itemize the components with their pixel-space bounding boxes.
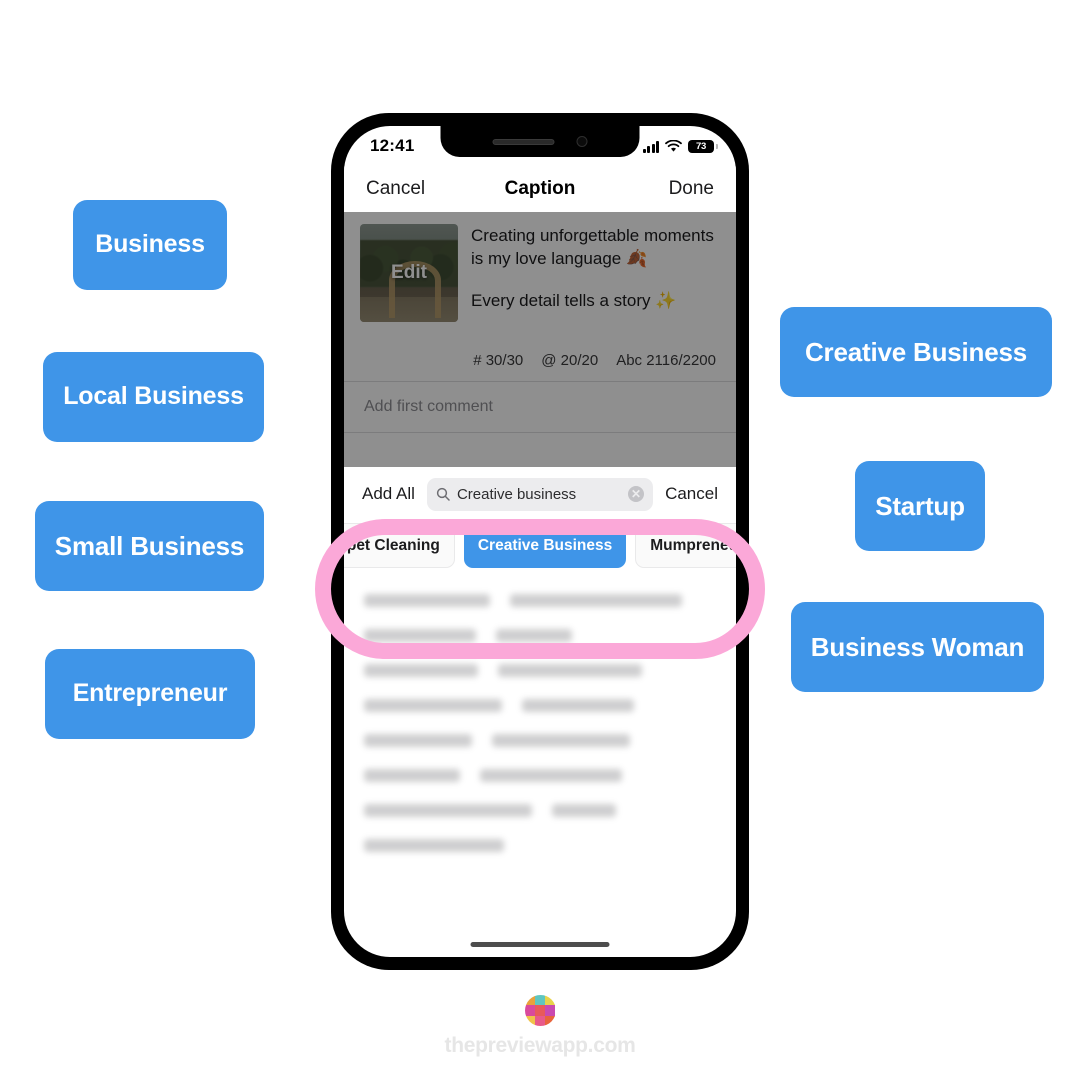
list-item <box>364 769 716 782</box>
side-label-text: Business <box>95 230 205 259</box>
blurred-text <box>364 769 460 782</box>
photo-thumbnail[interactable]: Edit <box>360 224 458 322</box>
blurred-text <box>498 664 642 677</box>
side-label-text: Creative Business <box>804 336 1028 367</box>
add-all-button[interactable]: Add All <box>362 484 415 504</box>
blurred-text <box>480 769 622 782</box>
character-counter: Abc 2116/2200 <box>616 352 716 369</box>
front-camera-icon <box>576 136 588 147</box>
side-label-creative-business: Creative Business <box>780 307 1052 397</box>
blurred-text <box>364 699 502 712</box>
list-item <box>364 804 716 817</box>
blurred-text <box>364 664 478 677</box>
blurred-text <box>364 804 532 817</box>
blurred-text <box>522 699 634 712</box>
wifi-icon <box>665 139 682 152</box>
search-row: Add All Creative business ✕ Cancel <box>344 476 736 512</box>
search-cancel-button[interactable]: Cancel <box>665 484 718 504</box>
battery-level-text: 73 <box>696 140 706 152</box>
caption-line-2: Every detail tells a story ✨ <box>471 291 677 311</box>
cellular-bars-icon <box>642 140 659 153</box>
blurred-text <box>552 804 616 817</box>
hashtag-chip-creative-business[interactable]: Creative Business <box>463 523 627 568</box>
footer-watermark: thepreviewapp.com <box>0 995 1080 1058</box>
blurred-text <box>510 594 682 607</box>
blurred-text <box>364 734 472 747</box>
hashtag-search-panel: Add All Creative business ✕ Cancel Carpe… <box>344 467 736 580</box>
preview-app-logo-icon <box>524 995 556 1026</box>
side-label-business-woman: Business Woman <box>791 602 1044 692</box>
clear-search-icon[interactable]: ✕ <box>628 486 645 502</box>
hashtag-chip-carpet-cleaning[interactable]: Carpet Cleaning <box>344 523 455 568</box>
edit-thumbnail-label[interactable]: Edit <box>360 224 458 322</box>
mention-counter: @ 20/20 <box>541 352 599 369</box>
side-label-text: Entrepreneur <box>72 679 228 708</box>
phone-notch <box>440 126 640 157</box>
side-label-startup: Startup <box>855 461 985 551</box>
side-label-text: Startup <box>875 490 965 521</box>
home-indicator <box>470 942 610 947</box>
side-label-text: Business Woman <box>810 631 1025 662</box>
status-time: 12:41 <box>370 136 415 155</box>
side-label-business: Business <box>73 200 227 290</box>
caption-line-1: Creating unforgettable moments is my lov… <box>471 226 714 268</box>
list-item <box>364 664 716 677</box>
blurred-text <box>496 629 572 642</box>
caption-row: Edit Creating unforgettable moments is m… <box>344 212 736 322</box>
blurred-suggestion-list[interactable] <box>344 580 736 852</box>
side-label-text: Local Business <box>63 382 244 411</box>
search-input-value: Creative business <box>456 485 577 503</box>
caption-counters: # 30/30 @ 20/20 Abc 2116/2200 <box>344 322 736 382</box>
status-indicators: 73 <box>642 139 718 153</box>
earpiece-speaker-icon <box>492 138 555 145</box>
blurred-text <box>364 594 490 607</box>
page-title: Caption <box>504 178 576 199</box>
blurred-text <box>364 629 476 642</box>
list-item <box>364 734 716 747</box>
navigation-bar: Cancel Caption Done <box>344 166 736 212</box>
content-filler <box>344 433 736 467</box>
phone-screen: 12:41 73 Cancel Caption Done Edit Creati… <box>344 126 736 957</box>
caption-editor-area: Edit Creating unforgettable moments is m… <box>344 212 736 467</box>
list-item <box>364 839 716 852</box>
side-label-entrepreneur: Entrepreneur <box>45 649 255 739</box>
side-label-text: Small Business <box>54 530 245 561</box>
list-item <box>364 699 716 712</box>
hashtag-chips-row: Carpet Cleaning Creative Business Mumpre… <box>344 512 736 570</box>
blurred-text <box>364 839 504 852</box>
list-item <box>364 594 716 607</box>
search-input[interactable]: Creative business ✕ <box>426 477 654 511</box>
side-label-small-business: Small Business <box>35 501 264 591</box>
hashtag-counter: # 30/30 <box>473 352 524 369</box>
first-comment-input[interactable]: Add first comment <box>344 382 736 433</box>
caption-text[interactable]: Creating unforgettable moments is my lov… <box>471 224 720 322</box>
list-item <box>364 629 716 642</box>
side-label-local-business: Local Business <box>43 352 264 442</box>
phone-device-frame: 12:41 73 Cancel Caption Done Edit Creati… <box>331 113 749 970</box>
footer-watermark-text: thepreviewapp.com <box>444 1034 636 1057</box>
battery-icon: 73 <box>688 139 718 153</box>
search-icon <box>436 487 450 501</box>
blurred-text <box>492 734 630 747</box>
hashtag-chip-mumpreneur[interactable]: Mumpreneur <box>635 523 736 568</box>
